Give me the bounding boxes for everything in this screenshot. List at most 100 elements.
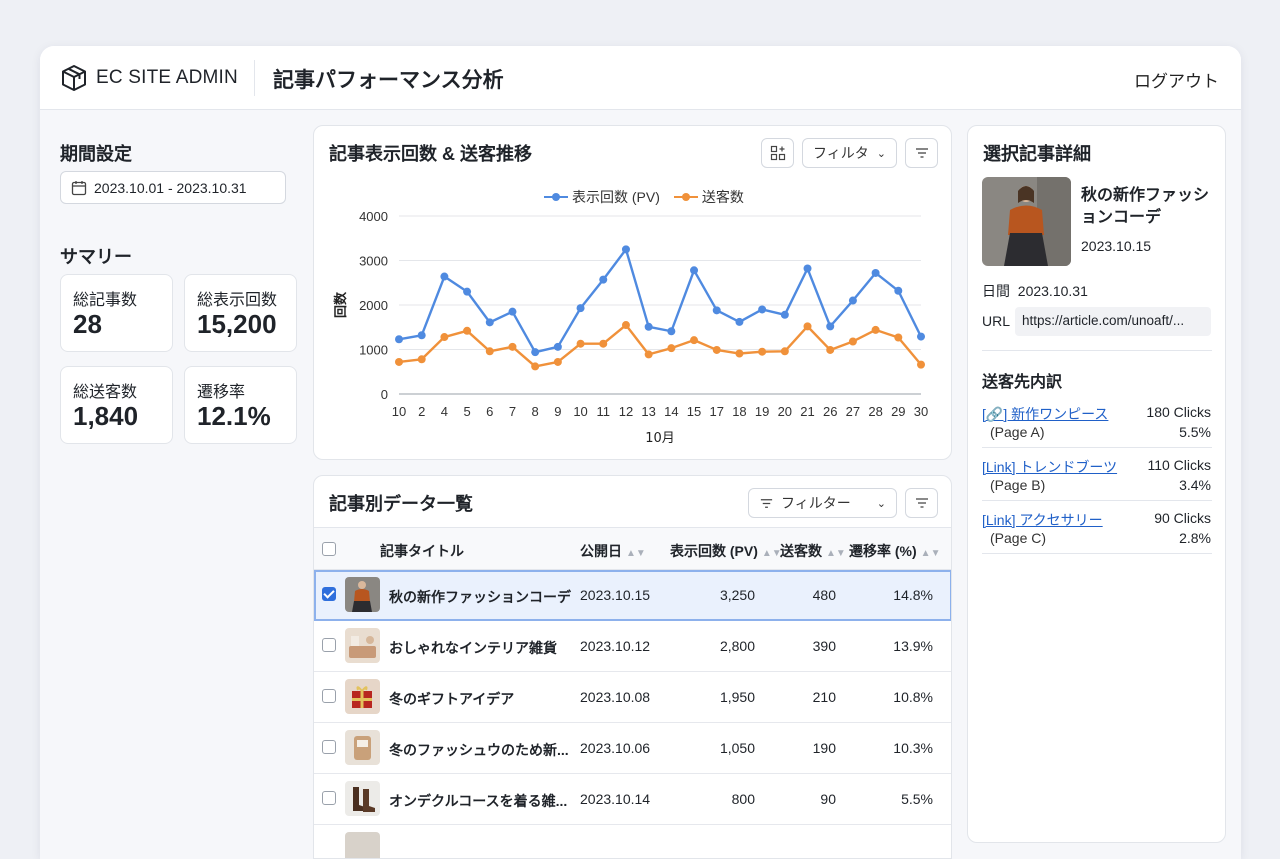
sort-icon: ▲▼ xyxy=(626,548,646,559)
x-tick-label: 17 xyxy=(710,404,724,419)
date-range-picker[interactable]: 2023.10.01 - 2023.10.31 xyxy=(60,171,286,204)
card-value: 15,200 xyxy=(197,309,277,339)
row-title[interactable]: 冬のファッシュウのため新... xyxy=(389,740,569,760)
table-filter-dropdown[interactable]: フィルター ⌄ xyxy=(748,488,897,518)
data-point xyxy=(553,342,562,351)
row-sends: 390 xyxy=(812,638,836,654)
row-pv: 3,250 xyxy=(719,587,755,603)
detail-panel-title: 選択記事詳細 xyxy=(983,144,1091,164)
referral-clicks: 90 Clicks xyxy=(1154,510,1211,526)
chart-sort-button[interactable] xyxy=(905,138,938,168)
data-point xyxy=(803,264,812,273)
table-panel-title: 記事別データ一覧 xyxy=(329,494,473,514)
row-checkbox[interactable] xyxy=(322,689,336,703)
row-rate: 14.8% xyxy=(893,587,933,603)
x-tick-label: 6 xyxy=(486,404,493,419)
chart-type-button[interactable] xyxy=(761,138,794,168)
row-thumbnail xyxy=(345,730,380,765)
x-tick-label: 11 xyxy=(597,404,611,419)
x-tick-label: 21 xyxy=(800,404,814,419)
data-point xyxy=(417,355,426,364)
y-axis-label: 回数 xyxy=(333,291,349,318)
row-checkbox[interactable] xyxy=(322,638,336,652)
column-header-title[interactable]: 記事タイトル xyxy=(380,541,464,561)
data-point xyxy=(871,268,880,277)
trend-line-chart: 01000200030004000回数10 2 4 5 6 7 8 9 10 11 12 13 14 15… xyxy=(333,209,928,446)
referral-link[interactable]: [🔗] 新作ワンピース xyxy=(982,404,1108,424)
table-row-partial[interactable] xyxy=(314,825,951,858)
data-point xyxy=(531,348,540,357)
table-row[interactable]: おしゃれなインテリア雑貨 2023.10.12 2,800 390 13.9% xyxy=(314,621,951,672)
chevron-down-icon: ⌄ xyxy=(876,147,886,160)
select-all-checkbox[interactable] xyxy=(322,542,336,556)
url-label: URL xyxy=(982,313,1011,329)
logout-button[interactable]: ログアウト xyxy=(1134,67,1219,92)
y-tick-label: 4000 xyxy=(359,209,388,224)
y-tick-label: 2000 xyxy=(359,298,388,313)
row-pv: 800 xyxy=(731,791,755,807)
data-point xyxy=(712,306,721,315)
table-sort-button[interactable] xyxy=(905,488,938,518)
table-row[interactable]: オンデクルコースを着る雑... 2023.10.14 800 90 5.5% xyxy=(314,774,951,825)
data-point xyxy=(553,357,562,366)
referral-link[interactable]: [Link] アクセサリー xyxy=(982,510,1103,530)
x-tick-label: 5 xyxy=(463,404,470,419)
chart-filter-dropdown[interactable]: フィルタ ⌄ xyxy=(802,138,897,168)
referral-page: (Page A) xyxy=(990,424,1045,440)
period-meta-value: 2023.10.31 xyxy=(1017,283,1088,299)
summary-card-rate: 遷移率 12.1% xyxy=(184,366,297,444)
data-point xyxy=(803,322,812,331)
referral-page: (Page B) xyxy=(990,477,1046,493)
row-title[interactable]: 秋の新作ファッションコーデ xyxy=(389,587,571,607)
row-checkbox[interactable] xyxy=(322,587,336,601)
row-sends: 210 xyxy=(812,689,836,705)
card-label: 総送客数 xyxy=(73,384,138,401)
article-title: 秋の新作ファッションコーデ xyxy=(1081,187,1210,226)
table-row[interactable]: 冬のギフトアイデア 2023.10.08 1,950 210 10.8% xyxy=(314,672,951,723)
x-tick-label: 10 xyxy=(392,404,406,419)
url-field[interactable]: https://article.com/unoaft/... xyxy=(1015,307,1211,336)
row-title[interactable]: 冬のギフトアイデア xyxy=(389,689,514,709)
card-value: 1,840 xyxy=(73,401,139,431)
row-date: 2023.10.08 xyxy=(580,689,651,705)
column-header-date[interactable]: 公開日 ▲▼ xyxy=(580,541,646,561)
y-tick-label: 3000 xyxy=(359,254,388,269)
x-tick-label: 2 xyxy=(418,404,425,419)
data-point xyxy=(667,344,676,353)
x-tick-label: 4 xyxy=(441,404,448,419)
table-header: 記事タイトル 公開日 ▲▼ 表示回数 (PV) ▲▼ 送客数 ▲▼ 遷移率 (%) ▲▼ xyxy=(314,527,951,570)
card-value: 28 xyxy=(73,309,102,339)
row-checkbox[interactable] xyxy=(322,791,336,805)
data-point xyxy=(463,326,472,335)
data-point xyxy=(644,350,653,359)
column-header-sends[interactable]: 送客数 ▲▼ xyxy=(780,541,846,561)
column-header-rate[interactable]: 遷移率 (%) ▲▼ xyxy=(849,541,940,561)
x-tick-label: 19 xyxy=(755,404,769,419)
period-meta: 日間 2023.10.31 xyxy=(982,281,1088,301)
article-date: 2023.10.15 xyxy=(1081,238,1152,254)
y-tick-label: 1000 xyxy=(359,343,388,358)
referral-link[interactable]: [Link] トレンドブーツ xyxy=(982,457,1117,477)
table-filter-label: フィルター xyxy=(781,495,851,511)
table-row[interactable]: 秋の新作ファッションコーデ 2023.10.15 3,250 480 14.8% xyxy=(314,570,951,621)
brand[interactable]: EC SITE ADMIN xyxy=(60,64,238,92)
row-checkbox[interactable] xyxy=(322,740,336,754)
trend-panel: 記事表示回数 & 送客推移 フィルタ ⌄ 表示回数 (PV) 送客数 0 100… xyxy=(313,125,952,460)
row-pv: 1,950 xyxy=(719,689,755,705)
row-title[interactable]: おしゃれなインテリア雑貨 xyxy=(389,638,557,658)
x-tick-label: 28 xyxy=(868,404,882,419)
data-point xyxy=(440,272,449,281)
data-point xyxy=(848,337,857,346)
column-header-pv[interactable]: 表示回数 (PV) ▲▼ xyxy=(670,541,782,561)
row-title[interactable]: オンデクルコースを着る雑... xyxy=(389,791,567,811)
x-tick-label: 26 xyxy=(823,404,837,419)
app-window: EC SITE ADMIN 記事パフォーマンス分析 ログアウト 期間設定 202… xyxy=(40,46,1241,859)
data-point xyxy=(780,347,789,356)
divider xyxy=(982,447,1212,448)
calendar-icon xyxy=(71,180,87,195)
table-row[interactable]: 冬のファッシュウのため新... 2023.10.06 1,050 190 10.3% xyxy=(314,723,951,774)
data-point xyxy=(576,304,585,313)
row-date: 2023.10.15 xyxy=(580,587,651,603)
data-point xyxy=(599,339,608,348)
detail-panel: 選択記事詳細 秋の新作ファッションコーデ 2023.10.15 日間 2023.… xyxy=(967,125,1226,843)
